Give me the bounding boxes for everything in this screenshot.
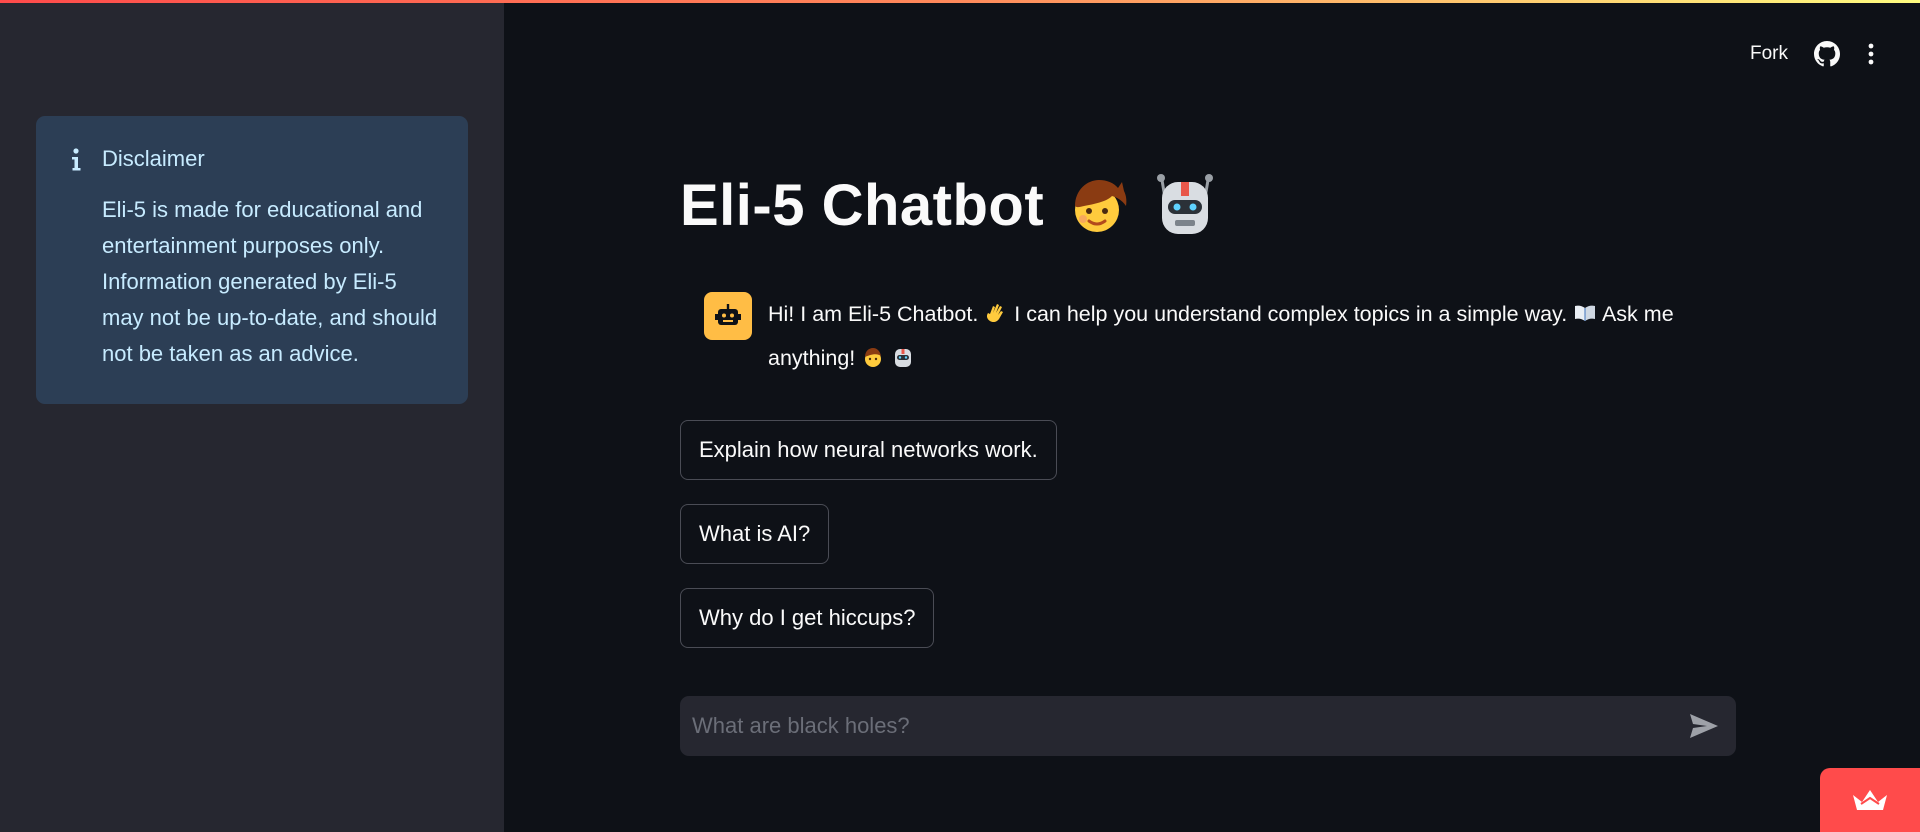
child-emoji <box>1075 180 1127 232</box>
alert-title: Disclaimer <box>102 146 205 171</box>
disclaimer-alert: Disclaimer Eli-5 is made for educational… <box>36 116 468 404</box>
crown-icon <box>1853 790 1887 810</box>
alert-body: Eli-5 is made for educational and entert… <box>102 197 438 366</box>
sidebar: Disclaimer Eli-5 is made for educational… <box>0 0 504 832</box>
robot-face-icon <box>715 304 741 325</box>
github-icon[interactable] <box>1814 41 1840 67</box>
top-decoration-stripe <box>0 0 1920 3</box>
page-title-row: Eli-5 Chatbot <box>680 170 1220 240</box>
assistant-message-text: Hi! I am Eli-5 Chatbot. I can help you u… <box>768 292 1744 380</box>
suggestion-button-what-is-ai[interactable]: What is AI? <box>680 504 830 564</box>
message-part-1: Hi! I am Eli-5 Chatbot. <box>768 302 979 326</box>
suggestion-button-neural-networks[interactable]: Explain how neural networks work. <box>680 420 1057 480</box>
chat-input-container <box>680 696 1736 756</box>
fork-button[interactable]: Fork <box>1750 43 1788 65</box>
header-toolbar: Fork <box>1750 38 1876 70</box>
suggestion-button-hiccups[interactable]: Why do I get hiccups? <box>680 588 935 648</box>
robot-emoji-small <box>895 349 912 367</box>
child-emoji-small <box>865 348 882 367</box>
assistant-message: Hi! I am Eli-5 Chatbot. I can help you u… <box>704 292 1744 380</box>
info-icon <box>72 148 81 171</box>
waving-hand-emoji <box>987 304 1004 323</box>
chat-input[interactable] <box>692 696 1688 756</box>
main-area: Eli-5 Chatbot Hi! I am Eli-5 Chatbot. I … <box>504 0 1920 832</box>
kebab-menu-icon[interactable] <box>1866 41 1876 67</box>
open-book-emoji <box>1575 305 1596 321</box>
robot-emoji <box>1157 174 1214 234</box>
send-button[interactable] <box>1688 710 1720 742</box>
streamlit-badge[interactable] <box>1820 768 1920 832</box>
page-title: Eli-5 Chatbot <box>680 172 1045 238</box>
bot-avatar-icon <box>704 292 752 340</box>
message-part-2: I can help you understand complex topics… <box>1014 302 1568 326</box>
send-icon <box>1690 714 1718 738</box>
